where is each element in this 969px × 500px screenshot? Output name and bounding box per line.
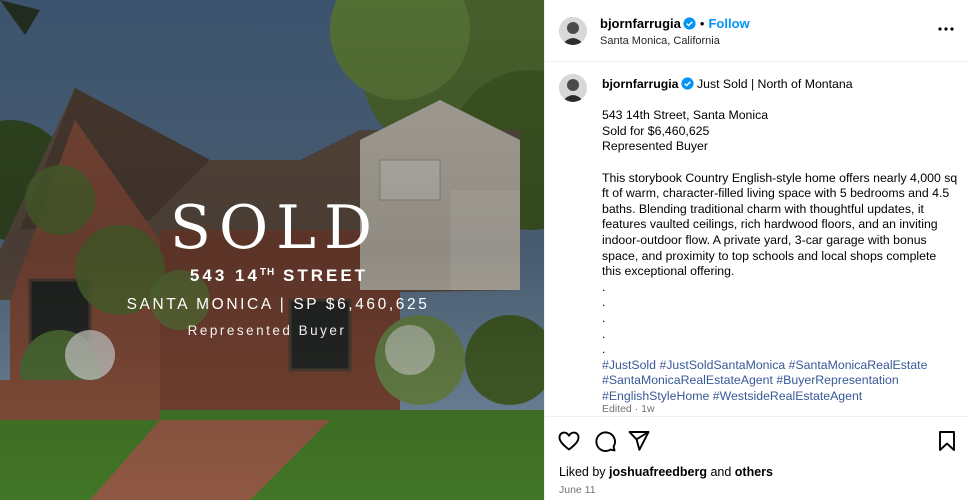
verified-badge-icon [680,77,694,90]
edited-timestamp: Edited · 1w [602,403,655,415]
share-send-icon[interactable] [627,429,651,453]
street-number: 543 14 [189,266,260,285]
like-heart-icon[interactable] [557,429,581,453]
liked-by-and: and [706,465,735,479]
hashtag-link[interactable]: #BuyerRepresentation [776,373,898,387]
caption-headline: Just Sold | North of Montana [696,77,853,91]
sold-overlay-text: SOLD [169,193,381,263]
avatar[interactable] [559,74,587,102]
follow-button[interactable]: Follow [708,16,749,31]
hashtag-row: #SantaMonicaRealEstateAgent #BuyerRepres… [602,373,958,389]
caption-dot: . [602,279,606,294]
hashtag-link[interactable]: #SantaMonicaRealEstate [789,358,928,372]
post-header: bjornfarrugia • Follow Santa Monica, Calif… [545,0,969,62]
street-suffix-sup: TH [259,267,276,278]
instagram-post: SOLD 543 14TH STREET SANTA MONICA | SP $… [0,0,969,500]
caption-sold-for: Sold for $6,460,625 [602,123,710,138]
caption-represented: Represented Buyer [602,139,708,154]
post-actions: Liked by joshuafreedberg and others June… [545,416,969,500]
bookmark-save-icon[interactable] [935,429,959,453]
represented-overlay-text: Represented Buyer [187,323,347,338]
caption-dot: . [602,310,606,325]
hashtag-link[interactable]: #JustSold [602,358,656,372]
caption-dot: . [602,295,606,310]
avatar[interactable] [559,17,587,45]
liked-by-prefix: Liked by [559,465,610,479]
header-username[interactable]: bjornfarrugia [600,16,681,31]
caption-dot: . [602,342,606,357]
post-caption: bjornfarrugia Just Sold | North of Monta… [545,62,969,416]
hashtag-link[interactable]: #SantaMonicaRealEstateAgent [602,373,773,387]
liked-by-user-link[interactable]: joshuafreedberg [609,465,707,479]
caption-username[interactable]: bjornfarrugia [602,77,679,91]
city-price-overlay-text: SANTA MONICA | SP $6,460,625 [126,296,430,313]
street-name: STREET [275,266,369,285]
caption-dot: . [602,326,606,341]
caption-first-line: bjornfarrugia Just Sold | North of Monta… [602,77,958,93]
post-date[interactable]: June 11 [559,484,596,496]
caption-description: This storybook Country English-style hom… [602,170,958,279]
post-image[interactable]: SOLD 543 14TH STREET SANTA MONICA | SP $… [0,0,544,500]
hashtag-link[interactable]: #WestsideRealEstateAgent [713,389,862,403]
street-overlay-text: 543 14TH STREET [0,266,544,286]
verified-badge-icon [683,17,696,30]
header-separator: • [699,16,705,31]
hashtag-row: #JustSold #JustSoldSantaMonica #SantaMon… [602,358,958,374]
caption-address: 543 14th Street, Santa Monica [602,108,769,123]
hashtag-link[interactable]: #EnglishStyleHome [602,389,709,403]
hashtag-link[interactable]: #JustSoldSantaMonica [659,358,785,372]
liked-by-text: Liked by joshuafreedberg and others [559,465,773,479]
post-side-panel: bjornfarrugia • Follow Santa Monica, Calif… [544,0,969,500]
liked-by-others-link[interactable]: others [735,465,773,479]
location-link[interactable]: Santa Monica, California [600,35,720,47]
caption-text: bjornfarrugia Just Sold | North of Monta… [602,77,958,404]
comment-icon[interactable] [593,429,617,453]
more-options-icon[interactable] [937,22,955,36]
hashtag-row: #EnglishStyleHome #WestsideRealEstateAge… [602,389,958,405]
header-user-row: bjornfarrugia • Follow [600,16,750,31]
